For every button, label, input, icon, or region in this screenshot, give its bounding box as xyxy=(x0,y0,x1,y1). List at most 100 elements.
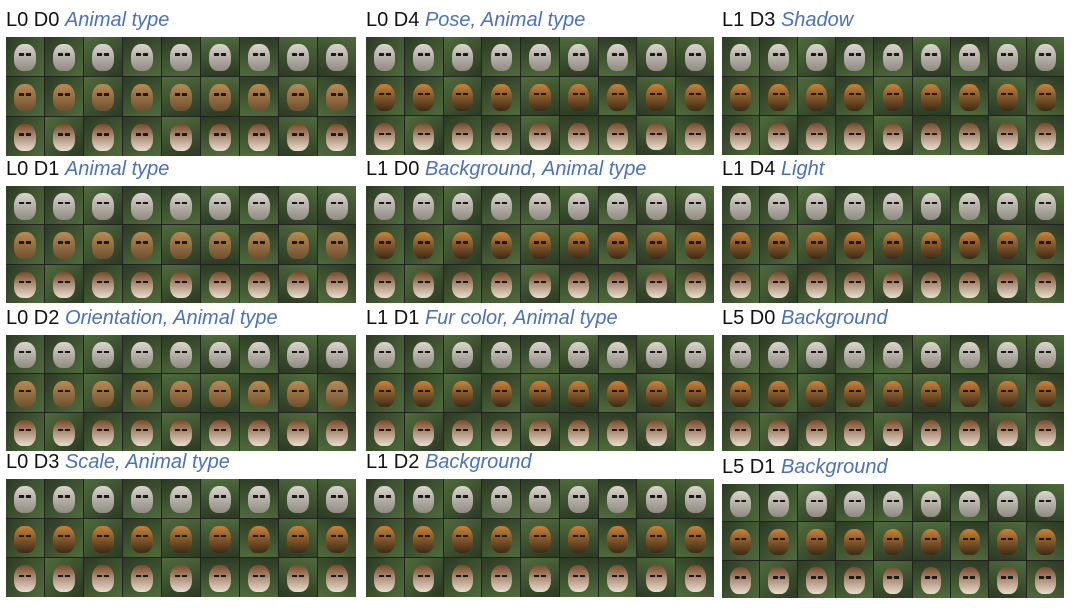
panel-description: Animal type xyxy=(64,9,170,31)
tiger-photo-tile xyxy=(637,518,676,558)
dog-photo-tile xyxy=(318,558,356,597)
dog-photo-tile xyxy=(162,117,200,156)
cat-photo-tile xyxy=(1026,37,1064,76)
lion-photo-tile xyxy=(240,225,278,264)
dog-photo-tile xyxy=(1026,413,1064,451)
dog-photo-tile xyxy=(637,558,676,597)
dog-photo-tile xyxy=(950,264,988,303)
cat-photo-tile xyxy=(836,186,874,225)
panel-id: L0 D0 xyxy=(6,9,60,31)
cat-photo-tile xyxy=(798,186,836,225)
dog-photo-tile xyxy=(443,116,482,155)
dog-photo-tile xyxy=(123,117,161,156)
lion-photo-tile xyxy=(45,77,83,116)
cat-photo-tile xyxy=(598,37,637,76)
panel-l0-d0: L0 D0 Animal type xyxy=(6,8,356,160)
cat-photo-tile xyxy=(162,186,200,225)
dog-photo-tile xyxy=(559,558,598,597)
dog-photo-tile xyxy=(482,264,521,303)
panel-id: L0 D1 xyxy=(6,158,60,180)
dog-photo-tile xyxy=(162,558,200,597)
cat-photo-tile xyxy=(760,335,798,373)
dog-photo-tile xyxy=(760,116,798,155)
tiger-photo-tile xyxy=(874,225,912,264)
dog-photo-tile xyxy=(521,558,559,597)
panel-description: Shadow xyxy=(780,9,854,31)
tiger-photo-tile xyxy=(598,76,637,116)
dog-photo-tile xyxy=(366,558,404,597)
tiger-photo-tile xyxy=(279,518,317,558)
dog-photo-tile xyxy=(637,413,676,451)
dog-photo-tile xyxy=(1026,264,1064,303)
tiger-photo-tile xyxy=(598,518,637,558)
dog-photo-tile xyxy=(874,116,912,155)
tiger-photo-tile xyxy=(760,522,798,560)
dog-photo-tile xyxy=(240,413,278,451)
dog-photo-tile xyxy=(162,264,200,303)
panel-id: L5 D0 xyxy=(722,307,776,329)
dog-photo-tile xyxy=(366,413,404,451)
dog-photo-tile xyxy=(722,116,760,155)
tiger-photo-tile xyxy=(836,225,874,264)
dog-photo-tile xyxy=(123,264,161,303)
panel-id: L1 D4 xyxy=(722,158,776,180)
dog-photo-tile xyxy=(676,264,714,303)
image-grid xyxy=(366,479,714,597)
tiger-photo-tile xyxy=(443,518,482,558)
lion-photo-tile xyxy=(6,374,44,412)
tiger-photo-tile xyxy=(676,374,714,412)
dog-photo-tile xyxy=(950,560,988,598)
panel-id: L1 D1 xyxy=(366,307,420,329)
tiger-photo-tile xyxy=(874,76,912,116)
dog-photo-tile xyxy=(404,558,443,597)
dog-photo-tile xyxy=(201,264,239,303)
panel-l1-d1: L1 D1 Fur color, Animal type xyxy=(366,306,714,454)
lion-photo-tile xyxy=(318,77,356,116)
tiger-photo-tile xyxy=(84,518,122,558)
dog-photo-tile xyxy=(84,558,122,597)
lion-photo-tile xyxy=(6,77,44,116)
panel-description: Background, Animal type xyxy=(424,158,647,180)
panel-label: L0 D1 Animal type xyxy=(6,157,169,181)
cat-photo-tile xyxy=(988,186,1026,225)
cat-photo-tile xyxy=(988,484,1026,522)
tiger-photo-tile xyxy=(798,225,836,264)
image-grid xyxy=(722,37,1064,155)
cat-photo-tile xyxy=(988,335,1026,373)
dog-photo-tile xyxy=(279,558,317,597)
lion-photo-tile xyxy=(318,225,356,264)
dog-photo-tile xyxy=(798,116,836,155)
cat-photo-tile xyxy=(760,484,798,522)
tiger-photo-tile xyxy=(836,522,874,560)
tiger-photo-tile xyxy=(1026,76,1064,116)
cat-photo-tile xyxy=(1026,186,1064,225)
dog-photo-tile xyxy=(912,264,950,303)
dog-photo-tile xyxy=(201,558,239,597)
dog-photo-tile xyxy=(521,264,559,303)
cat-photo-tile xyxy=(45,335,83,373)
cat-photo-tile xyxy=(443,37,482,76)
panel-label: L1 D0 Background, Animal type xyxy=(366,157,647,181)
dog-photo-tile xyxy=(637,264,676,303)
cat-photo-tile xyxy=(201,37,239,76)
cat-photo-tile xyxy=(836,484,874,522)
cat-photo-tile xyxy=(559,479,598,518)
dog-photo-tile xyxy=(912,560,950,598)
panel-description: Scale, Animal type xyxy=(64,451,230,473)
cat-photo-tile xyxy=(318,479,356,518)
panel-label: L0 D0 Animal type xyxy=(6,8,169,32)
tiger-photo-tile xyxy=(676,225,714,264)
panel-label: L0 D4 Pose, Animal type xyxy=(366,8,585,32)
tiger-photo-tile xyxy=(912,522,950,560)
dog-photo-tile xyxy=(123,413,161,451)
tiger-photo-tile xyxy=(950,76,988,116)
tiger-photo-tile xyxy=(676,76,714,116)
dog-photo-tile xyxy=(45,264,83,303)
tiger-photo-tile xyxy=(240,518,278,558)
cat-photo-tile xyxy=(836,37,874,76)
cat-photo-tile xyxy=(874,37,912,76)
cat-photo-tile xyxy=(123,479,161,518)
cat-photo-tile xyxy=(912,335,950,373)
tiger-photo-tile xyxy=(874,374,912,412)
tiger-photo-tile xyxy=(366,225,404,264)
